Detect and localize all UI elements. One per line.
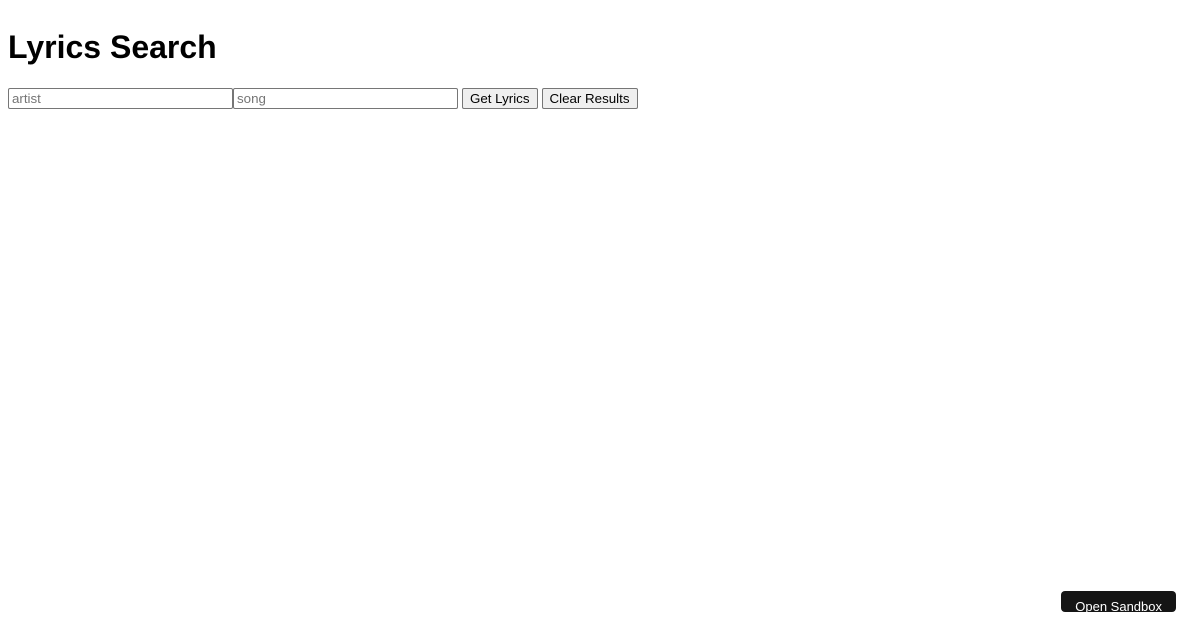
open-sandbox-button[interactable]: Open Sandbox bbox=[1061, 591, 1176, 612]
get-lyrics-button[interactable]: Get Lyrics bbox=[462, 88, 538, 109]
search-form: Get Lyrics Clear Results bbox=[8, 88, 1192, 109]
artist-input[interactable] bbox=[8, 88, 233, 109]
clear-results-button[interactable]: Clear Results bbox=[542, 88, 638, 109]
song-input[interactable] bbox=[233, 88, 458, 109]
page-title: Lyrics Search bbox=[8, 29, 1192, 66]
